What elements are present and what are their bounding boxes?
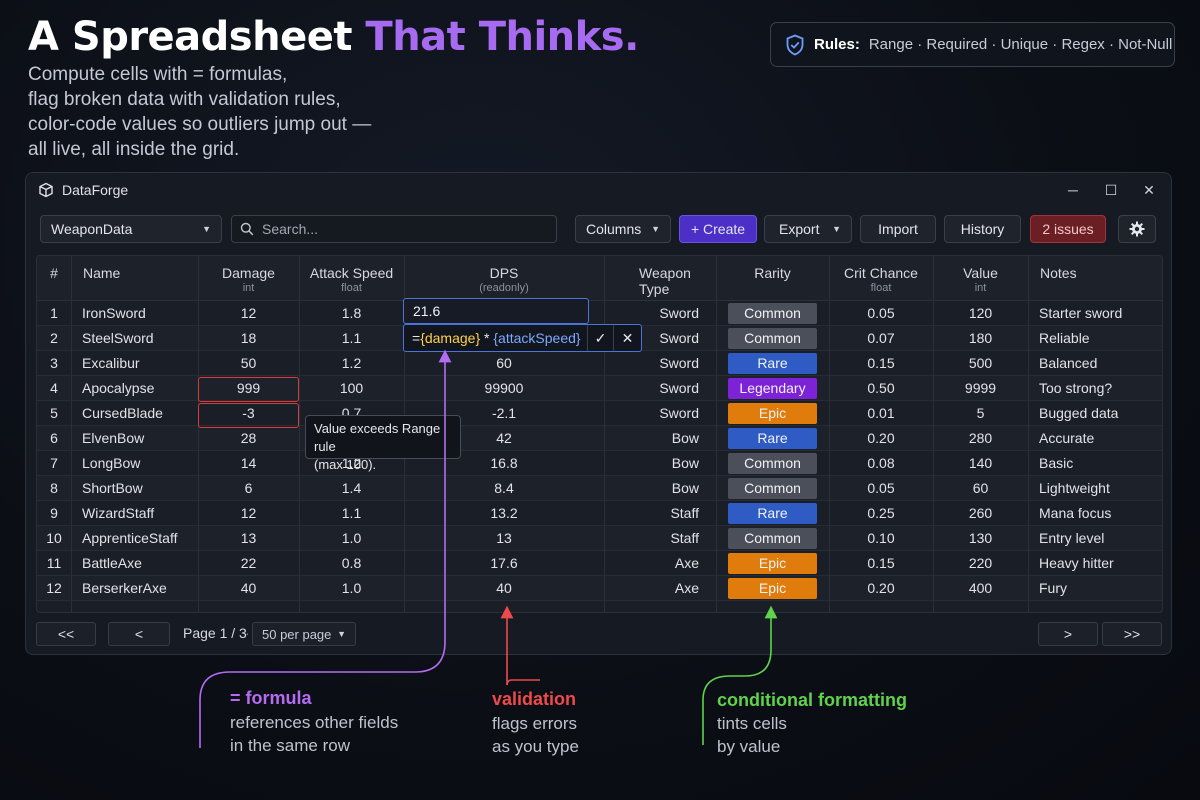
annotation-line: by value [717,737,781,756]
formatting-annotation-text: tints cells by value [717,712,787,758]
annotation-line: flags errors [492,714,578,733]
annotation-line: as you type [492,737,579,756]
formula-annotation-text: references other fields in the same row [230,711,398,757]
formula-annotation-title: = formula [230,688,312,708]
annotation-line: in the same row [230,736,350,755]
validation-annotation-text: flags errors as you type [492,712,579,758]
annotation-arrows [199,349,778,748]
annotation-line: tints cells [717,714,787,733]
annotation-line: references other fields [230,713,399,732]
formatting-annotation-title: conditional formatting [717,690,907,710]
validation-annotation-title: validation [492,689,577,709]
validation-arrow-tail [506,679,540,686]
